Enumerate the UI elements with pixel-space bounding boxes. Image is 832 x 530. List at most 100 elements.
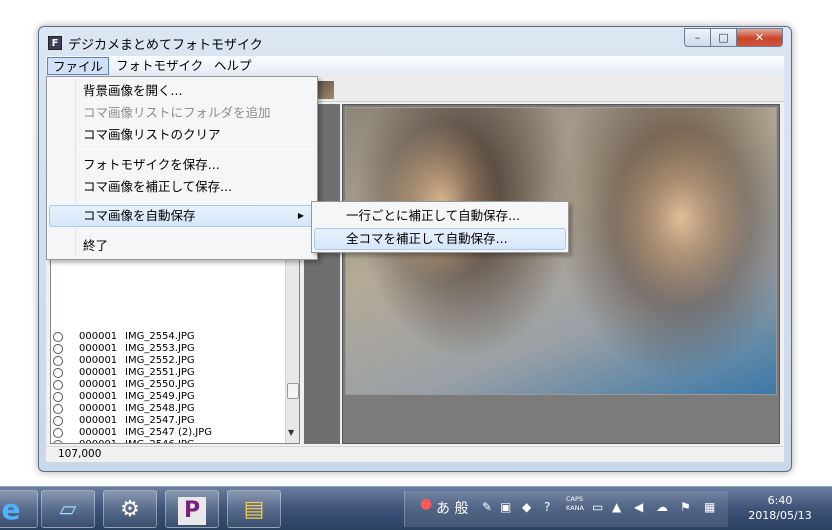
list-item-filename: IMG_2547.JPG — [125, 415, 195, 426]
ime-status-icon[interactable]: ● — [420, 497, 432, 511]
menu-clear-list[interactable]: コマ画像リストのクリア — [49, 124, 315, 146]
cloud-icon[interactable]: ☁ — [656, 501, 668, 513]
list-item[interactable]: 000001 IMG_2554.JPG — [51, 331, 285, 343]
list-item-count: 000001 — [79, 427, 118, 438]
list-item[interactable]: 000001 IMG_2548.JPG — [51, 403, 285, 415]
list-item-count: 000001 — [79, 355, 118, 366]
scrollbar-thumb[interactable] — [287, 383, 299, 399]
autosave-submenu: 一行ごとに補正して自動保存... 全コマを補正して自動保存... — [311, 201, 569, 253]
radio-icon[interactable] — [53, 404, 63, 414]
radio-icon[interactable] — [53, 440, 63, 443]
list-item-filename: IMG_2553.JPG — [125, 343, 195, 354]
volume-icon[interactable]: ◀ — [634, 501, 643, 513]
list-item[interactable]: 000001 IMG_2547.JPG — [51, 415, 285, 427]
menu-help[interactable]: ヘルプ — [209, 57, 257, 75]
help-icon[interactable]: ? — [544, 501, 550, 513]
ime-mode[interactable]: あ 般 — [436, 498, 468, 518]
dictionary-icon[interactable]: ▣ — [500, 501, 511, 513]
caps-label: CAPS — [566, 495, 584, 503]
list-item-filename: IMG_2552.JPG — [125, 355, 195, 366]
menu-open-background[interactable]: 背景画像を開く... — [49, 80, 315, 102]
paper-icon: ▱ — [59, 497, 77, 522]
p-app-icon: P — [178, 497, 206, 525]
radio-icon[interactable] — [53, 428, 63, 438]
menu-exit[interactable]: 終了 — [49, 235, 315, 257]
status-count: 107,000 — [58, 448, 102, 460]
maximize-button[interactable]: □ — [710, 28, 737, 47]
input-method-icon[interactable]: ▭ — [592, 501, 603, 513]
radio-icon[interactable] — [53, 356, 63, 366]
list-item-filename: IMG_2550.JPG — [125, 379, 195, 390]
list-item-count: 000001 — [79, 391, 118, 402]
menu-autosave[interactable]: コマ画像を自動保存 ▶ — [49, 205, 315, 227]
menu-separator — [79, 231, 313, 232]
list-item-count: 000001 — [79, 403, 118, 414]
radio-icon[interactable] — [53, 416, 63, 426]
minimize-button[interactable]: – — [684, 28, 711, 47]
taskbar-app-2[interactable]: ▱ — [41, 490, 95, 528]
list-item-count: 000001 — [79, 343, 118, 354]
app-icon[interactable]: F — [48, 36, 62, 50]
menu-photomosaic[interactable]: フォトモザイク — [111, 57, 208, 75]
radio-icon[interactable] — [53, 380, 63, 390]
taskbar: e ▱ ⚙ P ▤ ● あ 般 ✎ ▣ ◆ ? CAPS KANA ▭ ▲ ◀ … — [0, 486, 832, 530]
list-item[interactable]: 000001 IMG_2551.JPG — [51, 367, 285, 379]
menu-separator — [79, 149, 313, 150]
chevron-up-icon[interactable]: ▲ — [612, 501, 621, 513]
list-item-filename: IMG_2546.JPG — [125, 439, 195, 443]
radio-icon[interactable] — [53, 392, 63, 402]
list-item-filename: IMG_2547 (2).JPG — [125, 427, 213, 438]
folder-icon: ▤ — [243, 497, 265, 522]
menu-save-mosaic[interactable]: フォトモザイクを保存... — [49, 154, 315, 176]
menu-autosave-label: コマ画像を自動保存 — [83, 208, 196, 223]
clock-time: 6:40 — [767, 494, 793, 507]
scroll-down-arrow-icon[interactable]: ▼ — [288, 428, 294, 437]
list-item-count: 000001 — [79, 367, 118, 378]
menu-file[interactable]: ファイル — [47, 57, 110, 75]
list-item-count: 000001 — [79, 331, 118, 342]
caps-kana-indicator: CAPS KANA — [566, 495, 584, 513]
list-item-count: 000001 — [79, 379, 118, 390]
title-bar[interactable]: F デジカメまとめてフォトモザイク – □ ✕ — [39, 27, 791, 55]
kana-label: KANA — [566, 504, 584, 512]
ie-icon: e — [1, 493, 21, 526]
file-menu-dropdown: 背景画像を開く... コマ画像リストにフォルダを追加 コマ画像リストのクリア フ… — [46, 76, 318, 260]
list-item[interactable]: 000001 IMG_2549.JPG — [51, 391, 285, 403]
list-item-filename: IMG_2548.JPG — [125, 403, 195, 414]
taskbar-ie[interactable]: e — [0, 490, 38, 528]
list-item-filename: IMG_2551.JPG — [125, 367, 195, 378]
list-item[interactable]: 000001 IMG_2550.JPG — [51, 379, 285, 391]
list-item[interactable]: 000001 IMG_2553.JPG — [51, 343, 285, 355]
list-item-filename: IMG_2554.JPG — [125, 331, 195, 342]
radio-icon[interactable] — [53, 344, 63, 354]
list-item[interactable]: 000001 IMG_2552.JPG — [51, 355, 285, 367]
list-item[interactable]: 000001 IMG_2546.JPG — [51, 439, 285, 443]
taskbar-app-5[interactable]: ▤ — [227, 490, 281, 528]
mosaic-preview-panel — [342, 104, 780, 444]
window-title: デジカメまとめてフォトモザイク — [68, 38, 263, 53]
list-item-count: 000001 — [79, 439, 117, 443]
network-icon[interactable]: ▦ — [704, 501, 715, 513]
list-item-filename: IMG_2549.JPG — [125, 391, 195, 402]
menu-separator — [79, 201, 313, 202]
status-bar: 107,000 — [46, 446, 784, 462]
list-item-count: 000001 — [79, 415, 118, 426]
clock[interactable]: 6:40 2018/05/13 — [736, 493, 824, 523]
flag-icon[interactable]: ⚑ — [680, 501, 691, 513]
clock-date: 2018/05/13 — [748, 509, 812, 522]
settings-icon[interactable]: ◆ — [522, 501, 531, 513]
close-button[interactable]: ✕ — [736, 28, 783, 47]
menu-bar: ファイル フォトモザイク ヘルプ — [46, 56, 784, 76]
ime-tool-icon[interactable]: ✎ — [482, 501, 492, 513]
menu-autosave-all[interactable]: 全コマを補正して自動保存... — [314, 228, 566, 250]
gear-icon: ⚙ — [120, 497, 140, 522]
submenu-arrow-icon: ▶ — [297, 211, 304, 220]
menu-save-corrected[interactable]: コマ画像を補正して保存... — [49, 176, 315, 198]
radio-icon[interactable] — [53, 368, 63, 378]
taskbar-app-3[interactable]: ⚙ — [103, 490, 157, 528]
list-item[interactable]: 000001 IMG_2547 (2).JPG — [51, 427, 285, 439]
menu-autosave-per-row[interactable]: 一行ごとに補正して自動保存... — [314, 205, 566, 227]
taskbar-app-4[interactable]: P — [165, 490, 219, 528]
radio-icon[interactable] — [53, 332, 63, 342]
menu-add-folder: コマ画像リストにフォルダを追加 — [83, 105, 271, 120]
